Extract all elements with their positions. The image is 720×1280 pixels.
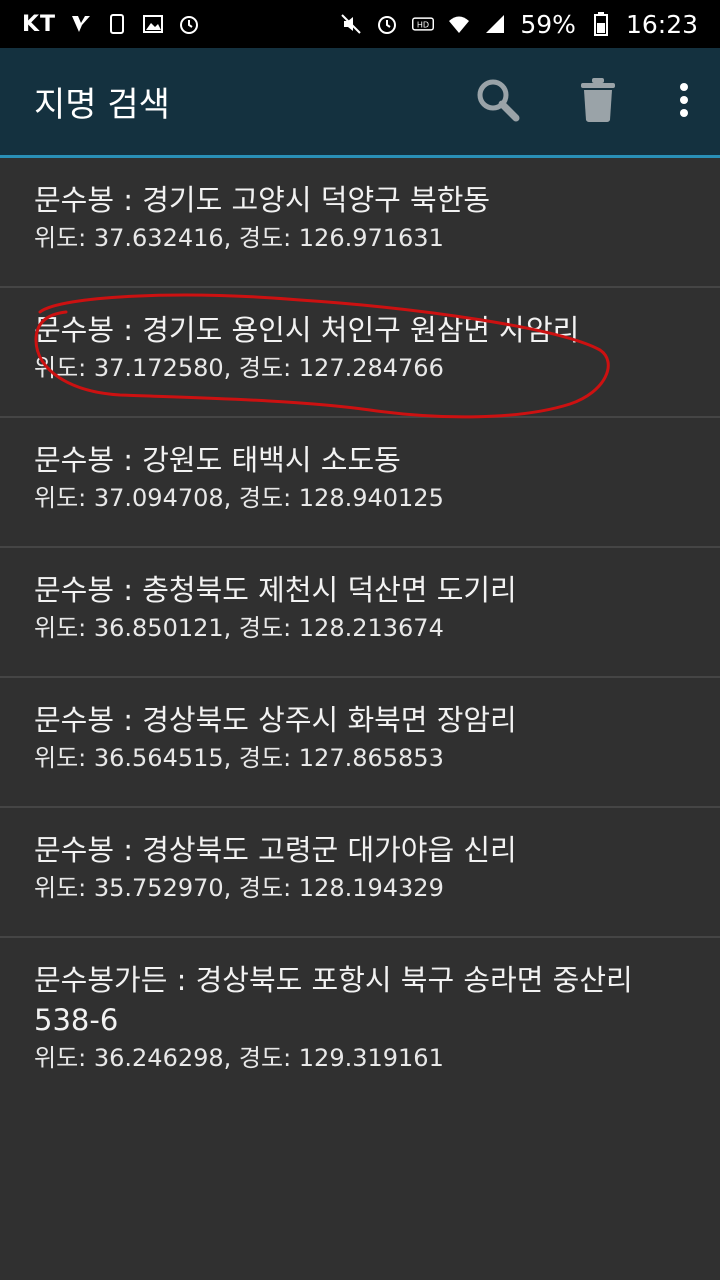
overflow-menu-button[interactable]: [674, 78, 694, 126]
hd-icon: HD: [412, 13, 435, 35]
carrier-label: KT: [22, 11, 57, 37]
delete-button[interactable]: [574, 76, 622, 128]
alarm-icon: [178, 13, 200, 35]
search-results-list: 문수봉 : 경기도 고양시 덕양구 북한동 위도: 37.632416, 경도:…: [0, 158, 720, 1098]
clock: 16:23: [625, 9, 698, 39]
place-name: 문수봉 : 충청북도 제천시 덕산면 도기리: [34, 573, 517, 607]
alarm-icon: [376, 13, 398, 35]
list-item[interactable]: 문수봉 : 강원도 태백시 소도동 위도: 37.094708, 경도: 128…: [0, 418, 720, 548]
place-coordinates: 위도: 37.632416, 경도: 126.971631: [34, 224, 444, 252]
status-bar-left: KT: [22, 12, 200, 37]
place-name: 문수봉 : 강원도 태백시 소도동: [34, 443, 401, 477]
place-coordinates: 위도: 37.172580, 경도: 127.284766: [34, 354, 444, 382]
place-name: 문수봉 : 경상북도 고령군 대가야읍 신리: [34, 833, 517, 867]
trash-icon: [578, 76, 618, 128]
signal-v-icon: [70, 13, 92, 35]
search-icon: [474, 76, 522, 128]
list-item[interactable]: 문수봉 : 경상북도 상주시 화북면 장암리 위도: 36.564515, 경도…: [0, 678, 720, 808]
place-coordinates: 위도: 36.246298, 경도: 129.319161: [34, 1044, 444, 1072]
battery-percentage: 59%: [520, 9, 576, 39]
place-name: 문수봉 : 경기도 용인시 처인구 원삼면 사암리: [34, 313, 580, 347]
place-coordinates: 위도: 36.564515, 경도: 127.865853: [34, 744, 444, 772]
place-coordinates: 위도: 37.094708, 경도: 128.940125: [34, 484, 444, 512]
place-coordinates: 위도: 35.752970, 경도: 128.194329: [34, 874, 444, 902]
list-item[interactable]: 문수봉 : 충청북도 제천시 덕산면 도기리 위도: 36.850121, 경도…: [0, 548, 720, 678]
app-bar-actions: [474, 76, 694, 128]
status-bar-right: HD 59% 16:23: [340, 10, 698, 39]
list-item[interactable]: 문수봉 : 경기도 용인시 처인구 원삼면 사암리 위도: 37.172580,…: [0, 288, 720, 418]
place-name: 문수봉가든 : 경상북도 포항시 북구 송라면 중산리 538-6: [34, 963, 633, 1037]
battery-icon: [590, 12, 612, 36]
svg-text:HD: HD: [417, 21, 429, 30]
cell-signal-icon: [484, 13, 506, 35]
page-title: 지명 검색: [34, 85, 170, 125]
image-icon: [142, 13, 164, 35]
place-coordinates: 위도: 36.850121, 경도: 128.213674: [34, 614, 444, 642]
list-item[interactable]: 문수봉 : 경상북도 고령군 대가야읍 신리 위도: 35.752970, 경도…: [0, 808, 720, 938]
place-name: 문수봉 : 경기도 고양시 덕양구 북한동: [34, 183, 491, 217]
list-item[interactable]: 문수봉가든 : 경상북도 포항시 북구 송라면 중산리 538-6 위도: 36…: [0, 938, 720, 1098]
status-bar: KT HD 59% 16:23: [0, 0, 720, 48]
overflow-menu-icon: [678, 82, 690, 122]
app-bar: 지명 검색: [0, 48, 720, 158]
list-item[interactable]: 문수봉 : 경기도 고양시 덕양구 북한동 위도: 37.632416, 경도:…: [0, 158, 720, 288]
mute-icon: [340, 13, 362, 35]
phone-icon: [106, 13, 128, 35]
search-button[interactable]: [474, 78, 522, 126]
place-name: 문수봉 : 경상북도 상주시 화북면 장암리: [34, 703, 517, 737]
wifi-icon: [448, 13, 470, 35]
